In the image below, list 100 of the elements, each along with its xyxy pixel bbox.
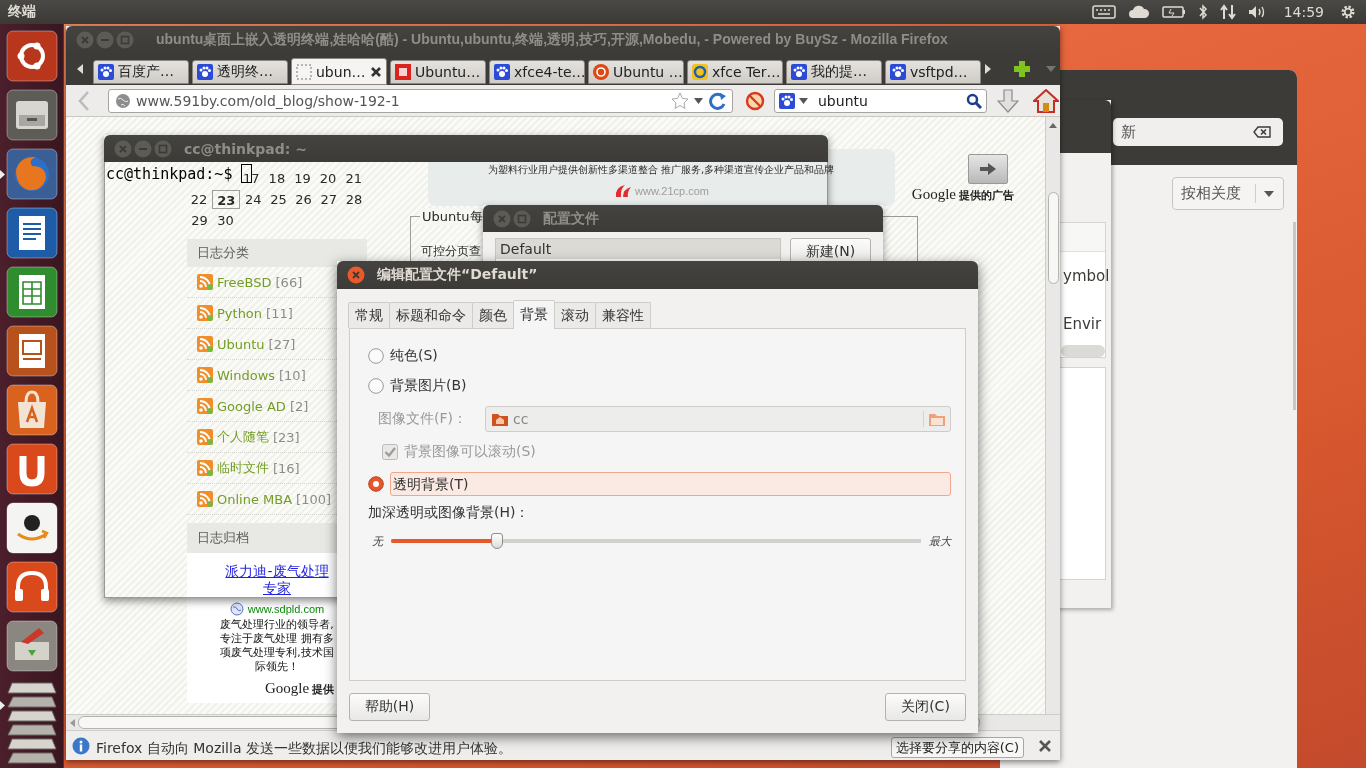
cloud-icon[interactable] bbox=[1127, 5, 1150, 19]
headphones-icon[interactable] bbox=[5, 561, 58, 613]
blocked-icon[interactable] bbox=[745, 90, 765, 111]
calendar-day[interactable]: 29 bbox=[187, 211, 212, 230]
search-icon[interactable] bbox=[966, 92, 982, 109]
paw-icon bbox=[98, 64, 114, 80]
field-label: 图像文件(F)： bbox=[378, 410, 468, 428]
radio-button[interactable] bbox=[368, 476, 384, 492]
google-text: Google bbox=[265, 680, 310, 697]
document-icon[interactable] bbox=[5, 207, 58, 259]
ad-url[interactable]: www.sdpld.com bbox=[247, 603, 325, 615]
calendar-day[interactable]: 26 bbox=[291, 190, 316, 209]
keyboard-icon[interactable] bbox=[1091, 5, 1116, 19]
close-icon[interactable] bbox=[1038, 738, 1052, 753]
circle-logo-icon[interactable] bbox=[5, 30, 58, 82]
notification-text: Firefox 自动向 Mozilla 发送一些数据以便我们能够改进用户体验。 bbox=[96, 739, 513, 758]
tab[interactable]: 我的提… bbox=[786, 60, 882, 84]
calendar-day[interactable]: 27 bbox=[316, 190, 341, 209]
scroll-up-icon[interactable] bbox=[1049, 123, 1057, 128]
download-arrow-icon[interactable] bbox=[997, 88, 1019, 113]
tab[interactable]: ubun… bbox=[291, 58, 387, 85]
box-text: 可控分页查 bbox=[421, 243, 481, 260]
ring-icon bbox=[692, 64, 708, 80]
search-field[interactable]: ubuntu bbox=[774, 88, 987, 113]
close-button[interactable] bbox=[347, 266, 365, 284]
clear-icon[interactable] bbox=[1253, 126, 1271, 138]
presentation-icon[interactable] bbox=[5, 325, 58, 377]
tab[interactable]: 百度产… bbox=[93, 60, 189, 84]
ad-link[interactable]: 派力迪-废气处理专家 bbox=[221, 563, 333, 597]
plus-icon[interactable] bbox=[1013, 60, 1031, 78]
list-item-text: Envir bbox=[1062, 314, 1103, 335]
app-title: 终端 bbox=[7, 3, 36, 21]
slider-thumb[interactable] bbox=[491, 533, 503, 549]
shopping-bag-icon[interactable] bbox=[5, 384, 58, 436]
search-field[interactable]: 新 bbox=[1113, 118, 1283, 146]
rss-icon bbox=[197, 367, 213, 383]
u-shape-icon[interactable] bbox=[5, 443, 58, 495]
window-title: 配置文件 bbox=[543, 209, 599, 228]
tab[interactable]: 标题和命令 bbox=[389, 302, 473, 328]
post-count: [16] bbox=[273, 460, 300, 476]
calendar-day[interactable]: 23 bbox=[212, 190, 241, 209]
tab[interactable]: 透明终… bbox=[192, 60, 288, 84]
calendar-day[interactable]: 25 bbox=[266, 190, 291, 209]
rss-icon bbox=[197, 460, 213, 476]
sort-dropdown[interactable]: 按相关度 bbox=[1172, 177, 1284, 210]
arrow-button[interactable] bbox=[968, 154, 1008, 184]
close-button[interactable]: 关闭(C) bbox=[885, 693, 966, 721]
tab[interactable]: xfce Ter… bbox=[687, 60, 783, 84]
help-button[interactable]: 帮助(H) bbox=[349, 693, 430, 721]
caret-icon[interactable] bbox=[799, 97, 808, 104]
drawer-icon[interactable] bbox=[5, 89, 58, 141]
tab[interactable]: 颜色 bbox=[472, 302, 514, 328]
tab[interactable]: xfce4-te… bbox=[489, 60, 585, 84]
spreadsheet-icon[interactable] bbox=[5, 266, 58, 318]
slider-label: 加深透明或图像背景(H)： bbox=[368, 504, 531, 522]
provided-label: 提供 bbox=[312, 682, 335, 697]
radio-label: 纯色(S) bbox=[390, 347, 438, 365]
list-item[interactable]: Default bbox=[496, 239, 780, 259]
address-bar[interactable]: www.591by.com/old_blog/show-192-1 bbox=[108, 88, 733, 113]
post-count: [100] bbox=[296, 491, 332, 507]
caret-icon[interactable] bbox=[694, 97, 703, 104]
settings-icon[interactable] bbox=[1340, 4, 1356, 20]
tab[interactable]: 滚动 bbox=[554, 302, 596, 328]
tab[interactable]: Ubuntu… bbox=[390, 60, 486, 84]
tab[interactable]: 兼容性 bbox=[595, 302, 651, 328]
share-button[interactable]: 选择要分享的内容(C) bbox=[890, 737, 1024, 758]
clock[interactable]: 14:59 bbox=[1279, 4, 1328, 20]
tab[interactable]: 常规 bbox=[348, 302, 390, 328]
toolbox-icon[interactable] bbox=[5, 620, 58, 672]
radio-button[interactable] bbox=[368, 348, 384, 364]
paw-icon bbox=[779, 92, 795, 109]
star-icon[interactable] bbox=[671, 92, 689, 109]
post-count: [10] bbox=[279, 367, 306, 383]
caret-icon bbox=[1264, 190, 1274, 197]
rss-icon bbox=[197, 305, 213, 321]
section-heading: 日志分类 bbox=[187, 239, 367, 267]
tab[interactable]: 背景 bbox=[513, 300, 555, 329]
tab[interactable]: Ubuntu … bbox=[588, 60, 684, 84]
info-icon bbox=[72, 736, 90, 755]
calendar-day[interactable]: 18 bbox=[264, 169, 290, 188]
close-icon[interactable] bbox=[370, 65, 382, 78]
home-icon[interactable] bbox=[1033, 88, 1059, 113]
calendar-day[interactable]: 30 bbox=[213, 211, 238, 230]
scroll-left-icon[interactable] bbox=[76, 63, 84, 75]
calendar-day[interactable]: 20 bbox=[315, 169, 341, 188]
battery-icon[interactable] bbox=[1161, 6, 1186, 18]
network-arrows-icon[interactable] bbox=[1219, 4, 1236, 20]
globe-icon[interactable] bbox=[5, 148, 58, 200]
calendar-day[interactable]: 19 bbox=[290, 169, 315, 188]
window-title: cc@thinkpad: ~ bbox=[184, 140, 308, 157]
scrollbar-thumb[interactable] bbox=[1047, 192, 1059, 284]
bluetooth-icon[interactable] bbox=[1197, 4, 1208, 20]
reload-icon[interactable] bbox=[708, 90, 728, 111]
radio-button[interactable] bbox=[368, 378, 384, 394]
calendar-day[interactable]: 28 bbox=[341, 190, 366, 209]
calendar-day[interactable]: 21 bbox=[341, 169, 366, 188]
calendar-day[interactable]: 24 bbox=[241, 190, 266, 209]
calendar-day[interactable]: 22 bbox=[187, 190, 212, 209]
scroll-right-icon[interactable] bbox=[984, 63, 992, 75]
tab[interactable]: vsftpd… bbox=[885, 60, 981, 84]
